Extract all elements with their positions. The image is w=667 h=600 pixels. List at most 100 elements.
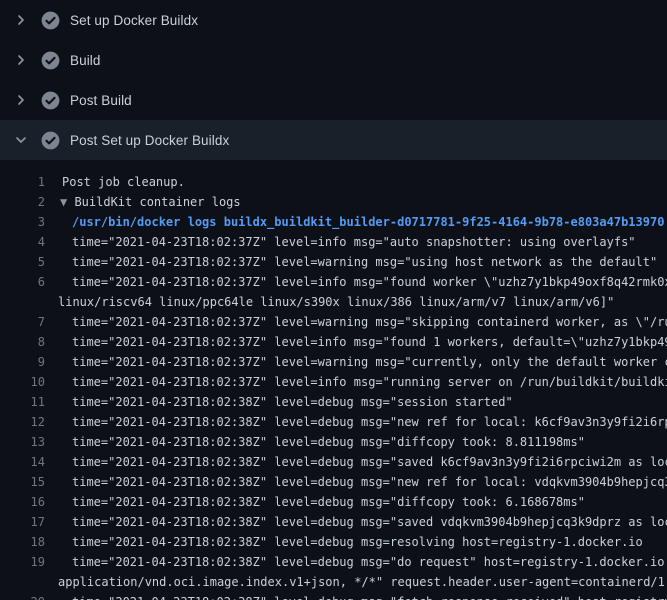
log-text: time="2021-04-23T18:02:38Z" level=debug … — [72, 495, 585, 509]
log-text: Post job cleanup. — [62, 175, 185, 189]
log-line: 3 /usr/bin/docker logs buildx_buildkit_b… — [0, 212, 667, 232]
log-text: time="2021-04-23T18:02:38Z" level=debug … — [72, 415, 667, 429]
line-number[interactable]: 2 — [0, 192, 45, 212]
line-number[interactable]: 19 — [0, 552, 45, 572]
check-circle-icon — [41, 51, 60, 70]
chevron-right-icon[interactable] — [13, 52, 29, 68]
chevron-right-icon[interactable] — [13, 12, 29, 28]
log-line: 14 time="2021-04-23T18:02:38Z" level=deb… — [0, 452, 667, 472]
step-label: Set up Docker Buildx — [70, 13, 198, 28]
line-number[interactable]: 9 — [0, 352, 45, 372]
log-line-text: time="2021-04-23T18:02:38Z" level=debug … — [58, 392, 513, 412]
line-number[interactable]: 18 — [0, 532, 45, 552]
log-text: time="2021-04-23T18:02:38Z" level=debug … — [72, 555, 667, 569]
log-line-text: time="2021-04-23T18:02:37Z" level=info m… — [58, 232, 636, 252]
log-text: time="2021-04-23T18:02:37Z" level=info m… — [72, 335, 667, 349]
step-label: Build — [70, 53, 101, 68]
line-number[interactable]: 16 — [0, 492, 45, 512]
log-text: time="2021-04-23T18:02:38Z" level=debug … — [72, 395, 513, 409]
log-line-text: time="2021-04-23T18:02:38Z" level=debug … — [58, 452, 667, 472]
line-number[interactable] — [0, 292, 45, 312]
log-text: time="2021-04-23T18:02:37Z" level=warnin… — [72, 255, 657, 269]
log-line-text: time="2021-04-23T18:02:38Z" level=debug … — [58, 472, 667, 492]
log-text: BuildKit container logs — [74, 195, 240, 209]
log-line-text: time="2021-04-23T18:02:38Z" level=debug … — [58, 412, 667, 432]
step-row-build[interactable]: Build — [0, 40, 667, 80]
check-circle-icon — [41, 91, 60, 110]
log-text: time="2021-04-23T18:02:38Z" level=debug … — [72, 535, 643, 549]
log-text: /usr/bin/docker logs buildx_buildkit_bui… — [72, 215, 664, 229]
log-text: time="2021-04-23T18:02:37Z" level=info m… — [72, 375, 667, 389]
log-line: 18 time="2021-04-23T18:02:38Z" level=deb… — [0, 532, 667, 552]
log-line-text: time="2021-04-23T18:02:38Z" level=debug … — [58, 492, 585, 512]
step-row-set-up-docker-buildx[interactable]: Set up Docker Buildx — [0, 0, 667, 40]
line-number[interactable]: 12 — [0, 412, 45, 432]
log-text: time="2021-04-23T18:02:38Z" level=debug … — [72, 455, 667, 469]
log-text: time="2021-04-23T18:02:38Z" level=debug … — [72, 515, 667, 529]
log-line-text[interactable]: ▼ BuildKit container logs — [58, 192, 241, 212]
steps-list: Set up Docker Buildx Build Post Build — [0, 0, 667, 160]
line-number[interactable]: 8 — [0, 332, 45, 352]
line-number[interactable]: 14 — [0, 452, 45, 472]
log-line: 2 ▼ BuildKit container logs — [0, 192, 667, 212]
line-number[interactable]: 17 — [0, 512, 45, 532]
check-circle-icon — [41, 131, 60, 150]
log-line-text: time="2021-04-23T18:02:37Z" level=info m… — [58, 272, 667, 292]
log-line: 11 time="2021-04-23T18:02:38Z" level=deb… — [0, 392, 667, 412]
log-line: 13 time="2021-04-23T18:02:38Z" level=deb… — [0, 432, 667, 452]
line-number[interactable] — [0, 572, 45, 592]
log-line: 20 time="2021-04-23T18:02:38Z" level=deb… — [0, 592, 667, 600]
log-line: 1 Post job cleanup. — [0, 172, 667, 192]
log-line: application/vnd.oci.image.index.v1+json,… — [0, 572, 667, 592]
log-line-text: time="2021-04-23T18:02:37Z" level=warnin… — [58, 252, 657, 272]
log-line: 17 time="2021-04-23T18:02:38Z" level=deb… — [0, 512, 667, 532]
log-line-text: time="2021-04-23T18:02:37Z" level=info m… — [58, 372, 667, 392]
chevron-down-icon[interactable] — [13, 132, 29, 148]
log-line-text: time="2021-04-23T18:02:38Z" level=debug … — [58, 512, 667, 532]
log-line: 12 time="2021-04-23T18:02:38Z" level=deb… — [0, 412, 667, 432]
log-text: time="2021-04-23T18:02:37Z" level=warnin… — [72, 355, 667, 369]
log-line-text: linux/riscv64 linux/ppc64le linux/s390x … — [58, 292, 614, 312]
line-number[interactable]: 5 — [0, 252, 45, 272]
log-line-text: time="2021-04-23T18:02:37Z" level=warnin… — [58, 312, 667, 332]
line-number[interactable]: 11 — [0, 392, 45, 412]
step-label: Post Build — [70, 93, 132, 108]
log-text: time="2021-04-23T18:02:38Z" level=debug … — [72, 475, 667, 489]
line-number[interactable]: 7 — [0, 312, 45, 332]
log-text: time="2021-04-23T18:02:38Z" level=debug … — [72, 595, 667, 600]
log-line: 16 time="2021-04-23T18:02:38Z" level=deb… — [0, 492, 667, 512]
log-line-text: time="2021-04-23T18:02:38Z" level=debug … — [58, 432, 585, 452]
line-number[interactable]: 15 — [0, 472, 45, 492]
log-line-text: time="2021-04-23T18:02:37Z" level=info m… — [58, 332, 667, 352]
line-number[interactable]: 13 — [0, 432, 45, 452]
line-number[interactable]: 3 — [0, 212, 45, 232]
log-line-text: time="2021-04-23T18:02:38Z" level=debug … — [58, 532, 643, 552]
log-text: time="2021-04-23T18:02:37Z" level=info m… — [72, 275, 667, 289]
log-line-text: /usr/bin/docker logs buildx_buildkit_bui… — [58, 212, 664, 232]
log-line-text: time="2021-04-23T18:02:37Z" level=warnin… — [58, 352, 667, 372]
log-line: 8 time="2021-04-23T18:02:37Z" level=info… — [0, 332, 667, 352]
actions-log-viewer: Set up Docker Buildx Build Post Build — [0, 0, 667, 600]
line-number[interactable]: 1 — [0, 172, 45, 192]
line-number[interactable]: 4 — [0, 232, 45, 252]
log-line-text: time="2021-04-23T18:02:38Z" level=debug … — [58, 592, 667, 600]
line-number[interactable]: 20 — [0, 592, 45, 600]
log-line: 15 time="2021-04-23T18:02:38Z" level=deb… — [0, 472, 667, 492]
chevron-right-icon[interactable] — [13, 92, 29, 108]
line-number[interactable]: 6 — [0, 272, 45, 292]
log-line: 6 time="2021-04-23T18:02:37Z" level=info… — [0, 272, 667, 292]
step-row-post-set-up-docker-buildx[interactable]: Post Set up Docker Buildx — [0, 120, 667, 160]
log-line-text: time="2021-04-23T18:02:38Z" level=debug … — [58, 552, 667, 572]
log-text: application/vnd.oci.image.index.v1+json,… — [58, 575, 667, 589]
log-line: 5 time="2021-04-23T18:02:37Z" level=warn… — [0, 252, 667, 272]
line-number[interactable]: 10 — [0, 372, 45, 392]
log-output: 1 Post job cleanup. 2 ▼ BuildKit contain… — [0, 160, 667, 600]
log-line: 4 time="2021-04-23T18:02:37Z" level=info… — [0, 232, 667, 252]
log-text: time="2021-04-23T18:02:38Z" level=debug … — [72, 435, 585, 449]
check-circle-icon — [41, 11, 60, 30]
log-text: time="2021-04-23T18:02:37Z" level=info m… — [72, 235, 636, 249]
log-text: time="2021-04-23T18:02:37Z" level=warnin… — [72, 315, 667, 329]
group-caret-icon[interactable]: ▼ — [60, 195, 74, 209]
step-label: Post Set up Docker Buildx — [70, 133, 229, 148]
step-row-post-build[interactable]: Post Build — [0, 80, 667, 120]
